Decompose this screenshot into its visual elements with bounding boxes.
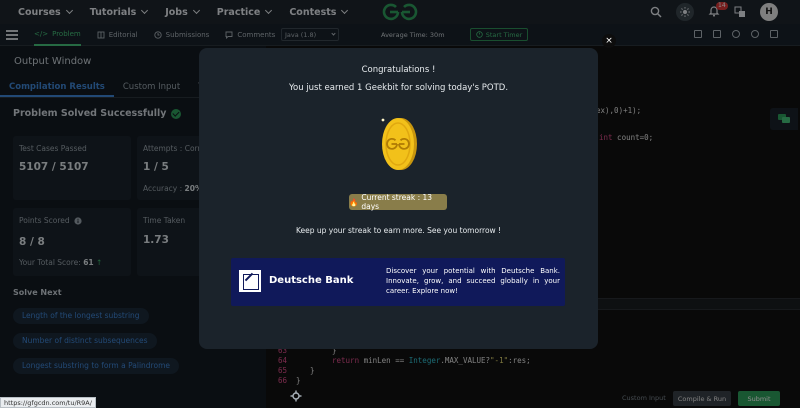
deutsche-bank-ad[interactable]: Deutsche Bank Discover your potential wi…	[231, 258, 565, 306]
streak-text: Current streak : 13 days	[361, 193, 433, 211]
modal-message: You just earned 1 Geekbit for solving to…	[288, 83, 509, 93]
fire-icon: 🔥	[349, 197, 359, 207]
streak-badge: 🔥 Current streak : 13 days	[349, 193, 447, 211]
modal-title: Congratulations !	[361, 65, 436, 75]
geekbit-modal: Congratulations ! You just earned 1 Geek…	[199, 48, 598, 349]
gear-icon[interactable]	[290, 390, 302, 402]
close-modal-button[interactable]: ×	[602, 34, 616, 48]
keep-streak-text: Keep up your streak to earn more. See yo…	[295, 226, 502, 235]
ad-text: Discover your potential with Deutsche Ba…	[386, 267, 560, 295]
link-url-status: https://gfgcdn.com/tu/R9A/	[0, 397, 96, 408]
ad-brand-name: Deutsche Bank	[269, 275, 354, 286]
geekbit-coin-icon	[381, 118, 417, 170]
